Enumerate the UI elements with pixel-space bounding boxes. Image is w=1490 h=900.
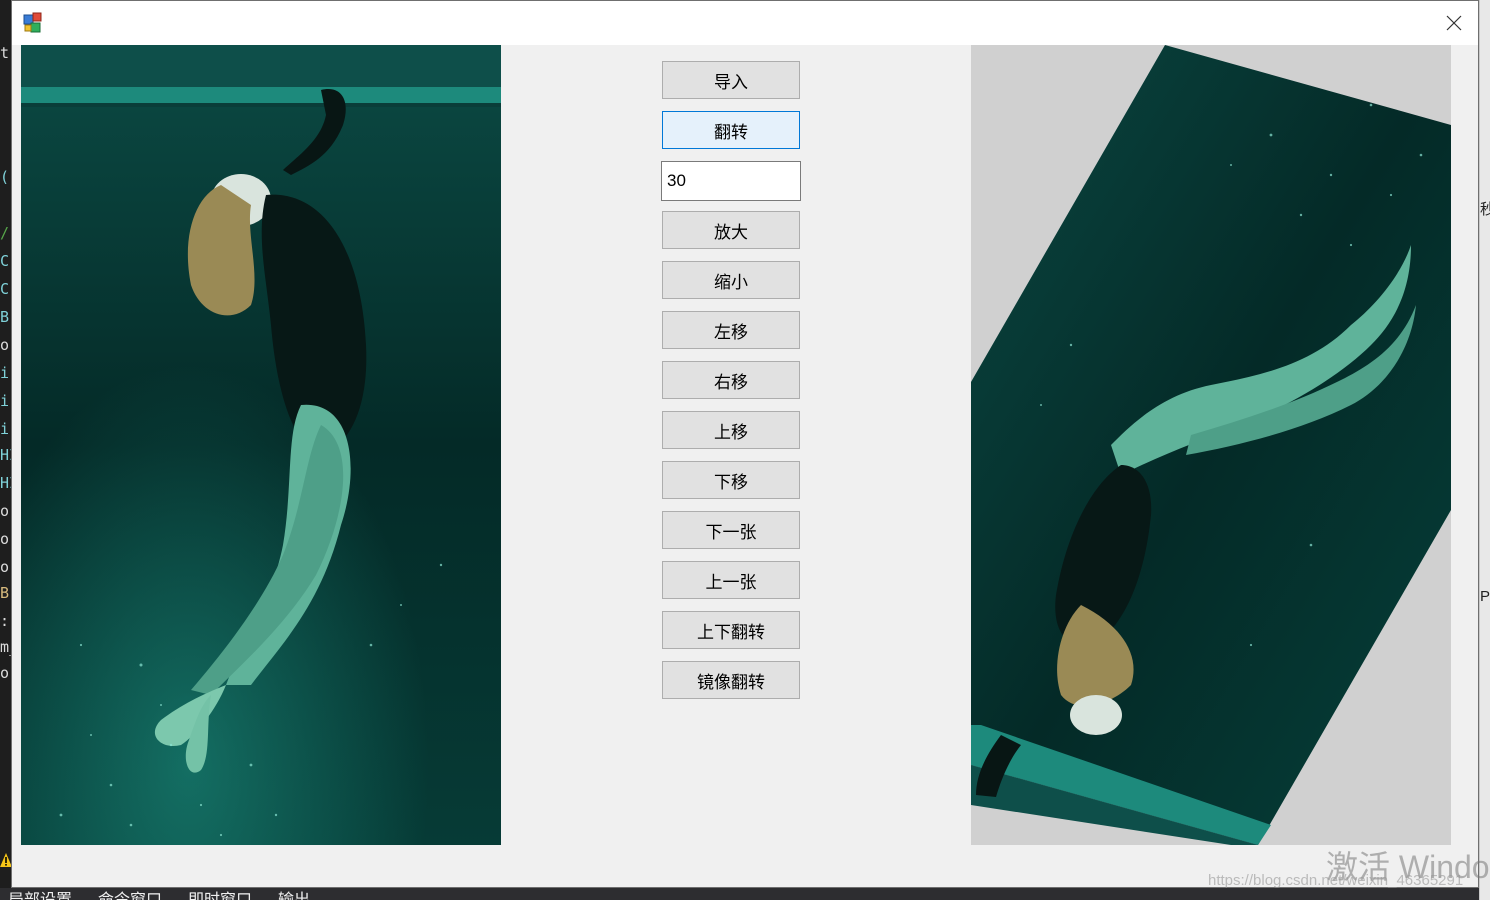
zoom-in-button[interactable]: 放大 xyxy=(662,211,800,249)
ide-fragment: 秒 xyxy=(1480,200,1490,218)
zoom-out-button[interactable]: 缩小 xyxy=(662,261,800,299)
title-bar xyxy=(12,1,1478,45)
ide-fragment: ( xyxy=(0,168,10,186)
ide-fragment: i xyxy=(0,420,10,438)
ide-tab-locals[interactable]: 局部设置 xyxy=(8,888,72,900)
ide-fragment: i xyxy=(0,392,10,410)
ide-fragment: P xyxy=(1480,588,1490,605)
blog-url-watermark: https://blog.csdn.net/weixin_46365291 xyxy=(1208,872,1464,889)
ide-fragment: B xyxy=(0,308,10,326)
vertical-flip-button[interactable]: 上下翻转 xyxy=(662,611,800,649)
move-left-button[interactable]: 左移 xyxy=(662,311,800,349)
ide-fragment: : xyxy=(0,612,10,630)
app-icon xyxy=(23,12,42,33)
move-up-button[interactable]: 上移 xyxy=(662,411,800,449)
move-right-button[interactable]: 右移 xyxy=(662,361,800,399)
close-icon xyxy=(1446,15,1462,31)
original-image-panel xyxy=(21,45,501,845)
ide-tab-immediate[interactable]: 即时窗口 xyxy=(188,888,252,900)
previous-image-button[interactable]: 上一张 xyxy=(662,561,800,599)
mirror-flip-button[interactable]: 镜像翻转 xyxy=(662,661,800,699)
ide-tab-output[interactable]: 输出 xyxy=(278,888,310,900)
close-button[interactable] xyxy=(1436,7,1472,39)
original-photo-image xyxy=(21,45,501,845)
ide-right-strip: 秒 P xyxy=(1479,0,1490,900)
flip-button[interactable]: 翻转 xyxy=(662,111,800,149)
transformed-image-panel xyxy=(971,45,1451,845)
ide-fragment: i xyxy=(0,364,10,382)
ide-tab-command[interactable]: 命令窗口 xyxy=(98,888,162,900)
next-image-button[interactable]: 下一张 xyxy=(662,511,800,549)
image-viewer-dialog: 导入 翻转 放大 缩小 左移 右移 上移 下移 下一张 上一张 上下翻转 镜像翻… xyxy=(11,0,1479,888)
ide-bottom-tabs: 局部设置 命令窗口 即时窗口 输出 xyxy=(0,888,1490,900)
rotated-photo-image xyxy=(971,45,1451,845)
move-down-button[interactable]: 下移 xyxy=(662,461,800,499)
rotation-angle-input[interactable] xyxy=(661,161,801,201)
import-button[interactable]: 导入 xyxy=(662,61,800,99)
ide-fragment: / xyxy=(0,224,10,242)
